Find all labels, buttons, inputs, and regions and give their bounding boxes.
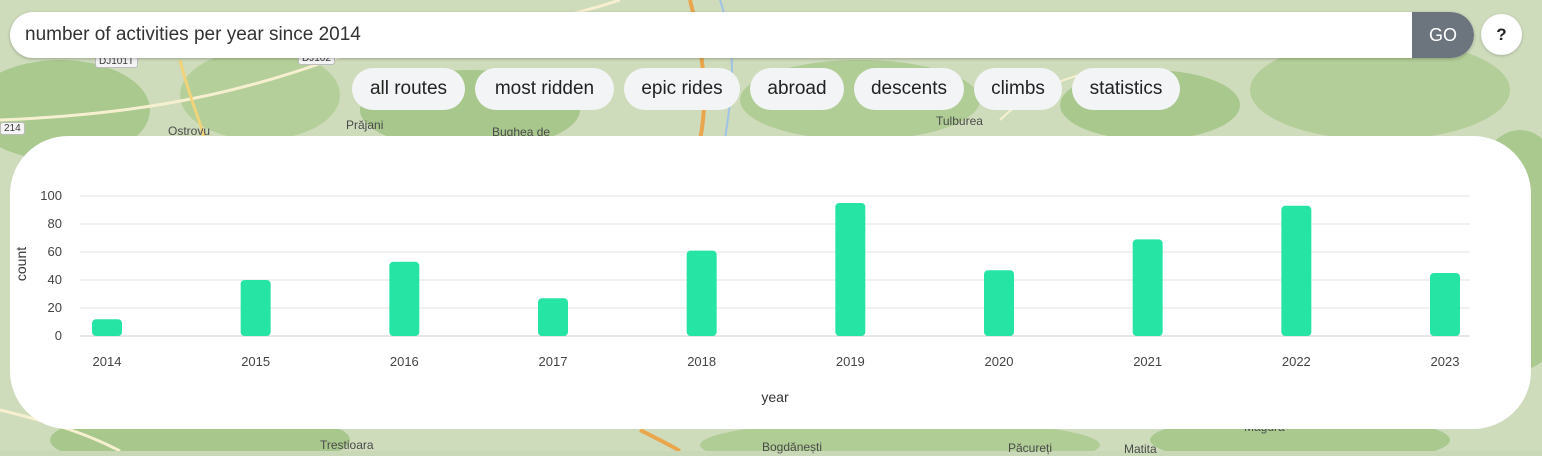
y-axis-title: count: [13, 247, 29, 281]
bar-2023[interactable]: [1430, 273, 1460, 336]
bar-2015[interactable]: [240, 280, 271, 336]
bar-2014[interactable]: [92, 319, 122, 336]
bar-2022[interactable]: [1281, 205, 1312, 336]
x-tick-label: 2018: [687, 354, 716, 369]
chip-climbs[interactable]: climbs: [974, 68, 1062, 110]
map-place-label: Păcureți: [1008, 441, 1053, 455]
chip-all-routes[interactable]: all routes: [352, 68, 465, 110]
x-tick-label: 2017: [539, 354, 568, 369]
map-place-label: Prăjani: [346, 118, 384, 132]
y-axis-ticks: 0 20 40 60 80 100: [40, 188, 62, 343]
x-tick-label: 2016: [390, 354, 419, 369]
x-tick-label: 2020: [985, 354, 1014, 369]
x-tick-label: 2021: [1133, 354, 1162, 369]
bar-2021[interactable]: [1132, 239, 1163, 336]
chart-grid: [80, 195, 1470, 337]
help-button[interactable]: ?: [1481, 14, 1522, 55]
y-tick-label: 100: [40, 188, 62, 203]
chip-descents[interactable]: descents: [854, 68, 964, 110]
chip-epic-rides[interactable]: epic rides: [624, 68, 740, 110]
bar-2017[interactable]: [538, 298, 568, 336]
map-place-label: Matita: [1124, 442, 1157, 456]
chip-statistics[interactable]: statistics: [1072, 68, 1180, 110]
map-place-label: Tulburea: [936, 114, 983, 128]
x-tick-label: 2023: [1431, 354, 1460, 369]
y-tick-label: 20: [48, 300, 62, 315]
chart-bars: [92, 203, 1460, 336]
bar-chart: 0 20 40 60 80 100 2014 2015 2016 2017 2018 2019 202…: [13, 188, 1470, 405]
chip-abroad[interactable]: abroad: [750, 68, 844, 110]
bar-2018[interactable]: [686, 250, 717, 336]
y-tick-label: 40: [48, 272, 62, 287]
x-tick-label: 2022: [1282, 354, 1311, 369]
x-tick-label: 2019: [836, 354, 865, 369]
search-input[interactable]: [10, 12, 1400, 58]
map-place-label: Bogdănești: [762, 440, 823, 454]
y-tick-label: 80: [48, 216, 62, 231]
chart-panel: 0 20 40 60 80 100 2014 2015 2016 2017 2018 2019 202…: [10, 136, 1531, 429]
x-axis-title: year: [761, 389, 789, 405]
x-tick-label: 2014: [93, 354, 122, 369]
map-place-label: Trestioara: [320, 438, 374, 452]
y-tick-label: 0: [55, 328, 62, 343]
search-bar: GO: [10, 12, 1474, 58]
x-axis-ticks: 2014 2015 2016 2017 2018 2019 2020 2021 2022 2023: [93, 354, 1460, 369]
road-label: 214: [0, 122, 25, 135]
x-tick-label: 2015: [241, 354, 270, 369]
bar-2019[interactable]: [835, 203, 866, 336]
chip-most-ridden[interactable]: most ridden: [475, 68, 614, 110]
bar-2016[interactable]: [389, 261, 420, 336]
y-tick-label: 60: [48, 244, 62, 259]
go-button[interactable]: GO: [1412, 12, 1474, 58]
bar-2020[interactable]: [984, 270, 1014, 336]
